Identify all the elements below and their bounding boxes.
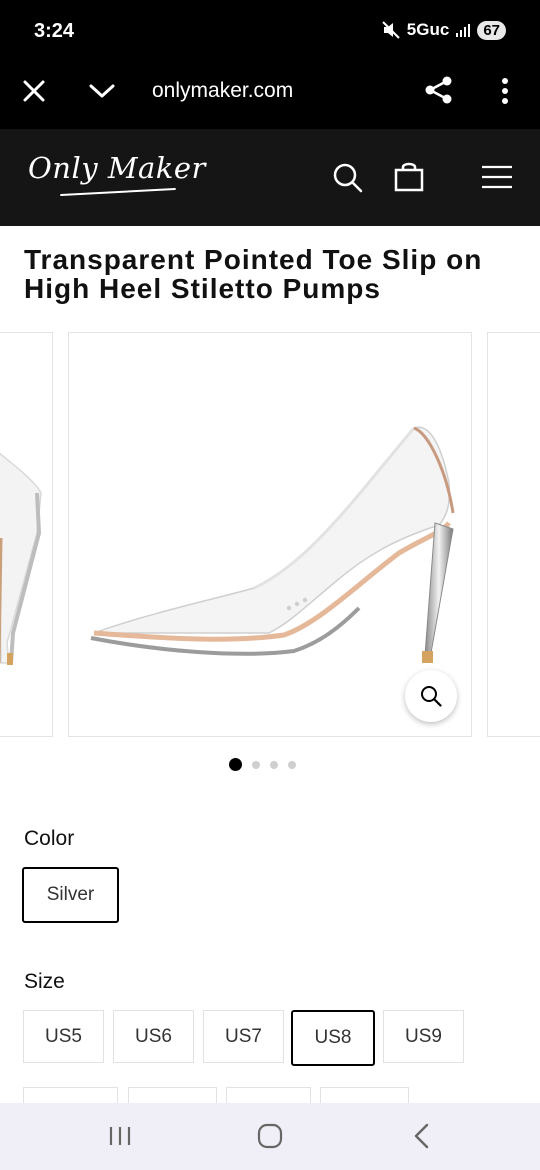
gallery-pagination (229, 758, 296, 771)
size-swatch-us7[interactable]: US7 (203, 1010, 284, 1063)
network-label: 5Guc (406, 20, 450, 39)
back-icon[interactable] (412, 1123, 430, 1149)
home-icon[interactable] (257, 1123, 283, 1149)
battery-level: 67 (477, 20, 506, 40)
product-title: Transparent Pointed Toe Slip on High Hee… (24, 244, 483, 304)
system-nav-bar (0, 1103, 540, 1170)
recent-apps-icon[interactable] (108, 1125, 132, 1147)
pagination-dot[interactable] (288, 760, 296, 769)
size-swatch-us9[interactable]: US9 (383, 1010, 464, 1063)
close-icon[interactable] (22, 79, 46, 103)
gallery-slide-main[interactable] (68, 332, 472, 737)
product-image-main (90, 426, 455, 663)
size-swatch-us6[interactable]: US6 (113, 1010, 194, 1063)
status-bar: 3:24 5Guc 67 (0, 0, 540, 62)
zoom-icon (421, 686, 442, 707)
logo-swoosh (60, 187, 176, 197)
status-icons: 5Guc 67 (381, 20, 506, 40)
url-bar[interactable]: onlymaker.com (152, 79, 293, 103)
browser-toolbar: onlymaker.com (0, 62, 540, 129)
color-swatch-silver[interactable]: Silver (22, 867, 119, 923)
status-time: 3:24 (34, 20, 75, 42)
cart-bag-icon[interactable] (394, 162, 424, 192)
site-logo[interactable]: Only Maker (28, 151, 206, 185)
pagination-dot[interactable] (252, 760, 260, 769)
signal-icon (456, 24, 471, 37)
size-swatch-us5[interactable]: US5 (23, 1010, 104, 1063)
pagination-dot[interactable] (270, 760, 278, 769)
zoom-button[interactable] (405, 670, 457, 722)
size-swatch-row: US5 US6 US7 US8 US9 (0, 1010, 540, 1066)
gallery-slide-next[interactable] (487, 332, 540, 737)
more-options-icon[interactable] (500, 77, 510, 105)
pagination-dot[interactable] (229, 758, 242, 771)
chevron-down-icon[interactable] (88, 82, 116, 100)
menu-icon[interactable] (481, 165, 513, 189)
share-icon[interactable] (424, 75, 454, 105)
site-header: Only Maker (0, 129, 540, 226)
size-swatch-us8[interactable]: US8 (291, 1010, 375, 1066)
product-image-previous (0, 452, 42, 665)
search-icon[interactable] (332, 162, 364, 194)
color-option-label: Color (24, 827, 75, 850)
size-option-label: Size (24, 970, 65, 993)
mute-icon (382, 21, 400, 39)
gallery-slide-previous[interactable] (0, 332, 53, 737)
